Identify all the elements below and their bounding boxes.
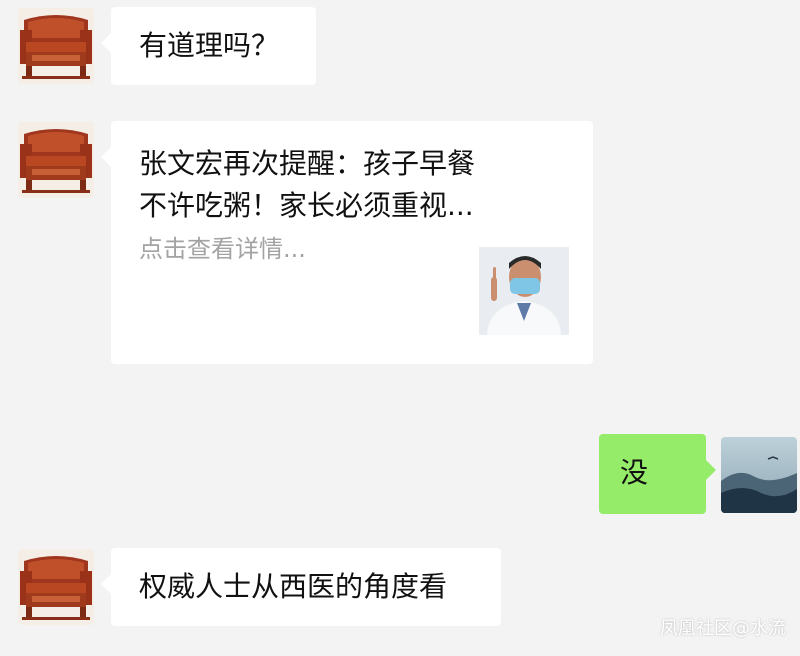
sender-avatar[interactable] bbox=[18, 8, 94, 84]
message-bubble[interactable]: 权威人士从西医的角度看 bbox=[101, 548, 501, 626]
message-text: 没 bbox=[620, 456, 649, 489]
misty-mountain-icon bbox=[721, 437, 797, 513]
doctor-thumbnail-icon bbox=[479, 247, 569, 335]
link-card[interactable]: 张文宏再次提醒：孩子早餐 不许吃粥！家长必须重视... 点击查看详情... bbox=[101, 121, 593, 364]
sender-avatar[interactable] bbox=[18, 549, 94, 625]
message-bubble[interactable]: 有道理吗？ bbox=[101, 7, 316, 85]
card-thumbnail bbox=[479, 247, 569, 335]
own-avatar[interactable] bbox=[721, 437, 797, 513]
card-description: 点击查看详情... bbox=[139, 235, 306, 263]
redwood-sofa-icon bbox=[18, 8, 94, 84]
card-title: 张文宏再次提醒：孩子早餐 不许吃粥！家长必须重视... bbox=[139, 147, 476, 222]
redwood-sofa-icon bbox=[18, 549, 94, 625]
watermark: 凤凰社区@水流 bbox=[660, 618, 786, 639]
sender-avatar[interactable] bbox=[18, 122, 94, 198]
redwood-sofa-icon bbox=[18, 122, 94, 198]
message-bubble-outgoing[interactable]: 没 bbox=[599, 434, 716, 514]
message-text: 权威人士从西医的角度看 bbox=[139, 570, 448, 603]
message-text: 有道理吗？ bbox=[139, 29, 280, 62]
